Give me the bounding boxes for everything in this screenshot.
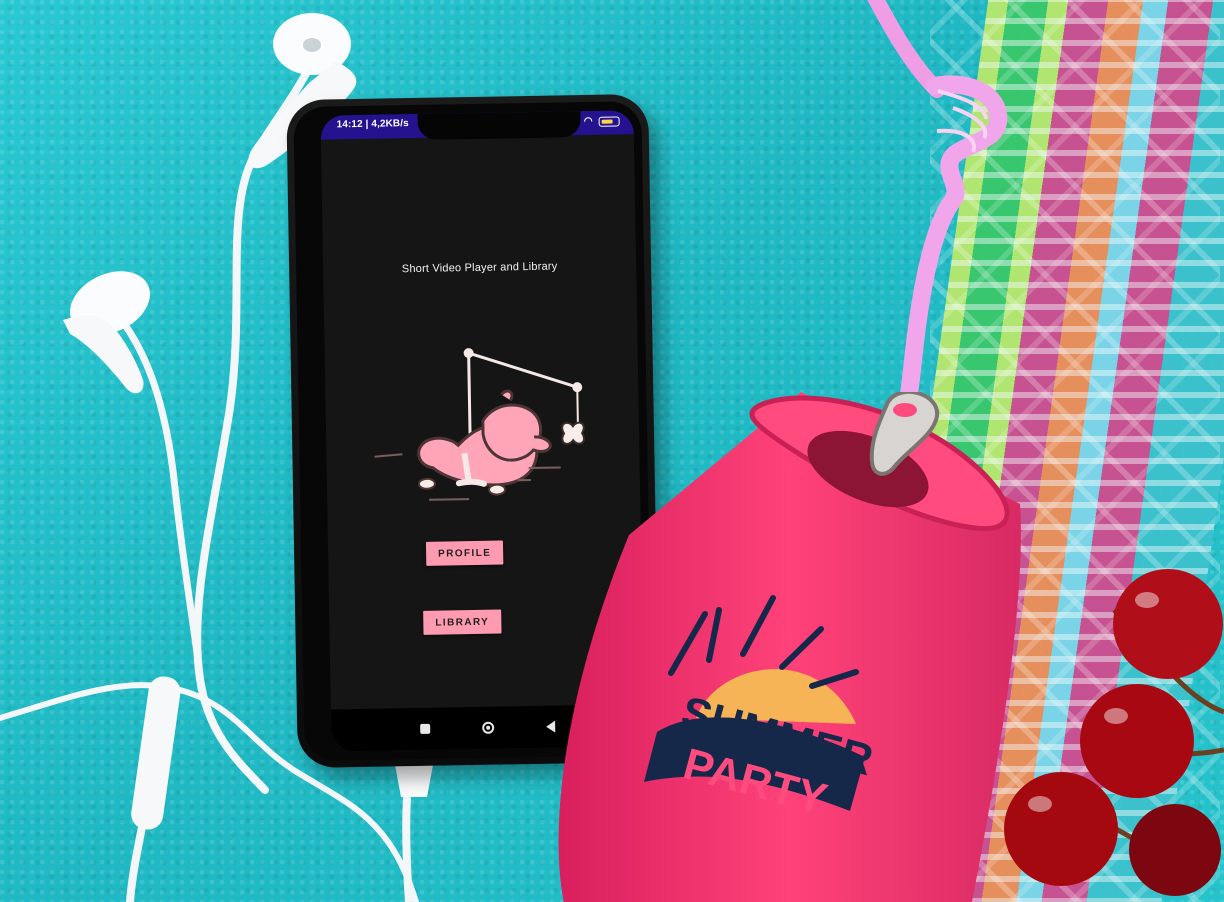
smartphone: 14:12 | 4,2KB/s ▂▄▆ ◠ Short Video Player… (286, 93, 660, 769)
android-navigation-bar (330, 704, 645, 752)
library-button[interactable]: LIBRARY (423, 609, 502, 635)
status-time: 14:12 | 4,2KB/s (336, 118, 409, 131)
profile-button[interactable]: PROFILE (425, 540, 504, 566)
app-title: Short Video Player and Library (401, 260, 558, 276)
back-icon[interactable] (546, 720, 556, 733)
wifi-icon: ◠ (583, 115, 593, 128)
summer-party-logo: SUMMER PARTY (644, 595, 878, 824)
battery-icon (598, 115, 620, 127)
can-logo-party-text: PARTY (678, 739, 832, 824)
photo-scene: 14:12 | 4,2KB/s ▂▄▆ ◠ Short Video Player… (0, 0, 1224, 902)
phone-screen: 14:12 | 4,2KB/s ▂▄▆ ◠ Short Video Player… (320, 110, 645, 752)
camera-notch (417, 111, 581, 140)
pink-character-illustration (374, 348, 585, 501)
home-icon[interactable] (482, 721, 495, 734)
towel-zigzag-overlay (930, 0, 1220, 902)
recent-apps-icon[interactable] (420, 723, 431, 734)
can-logo-summer-text: SUMMER (676, 687, 878, 785)
